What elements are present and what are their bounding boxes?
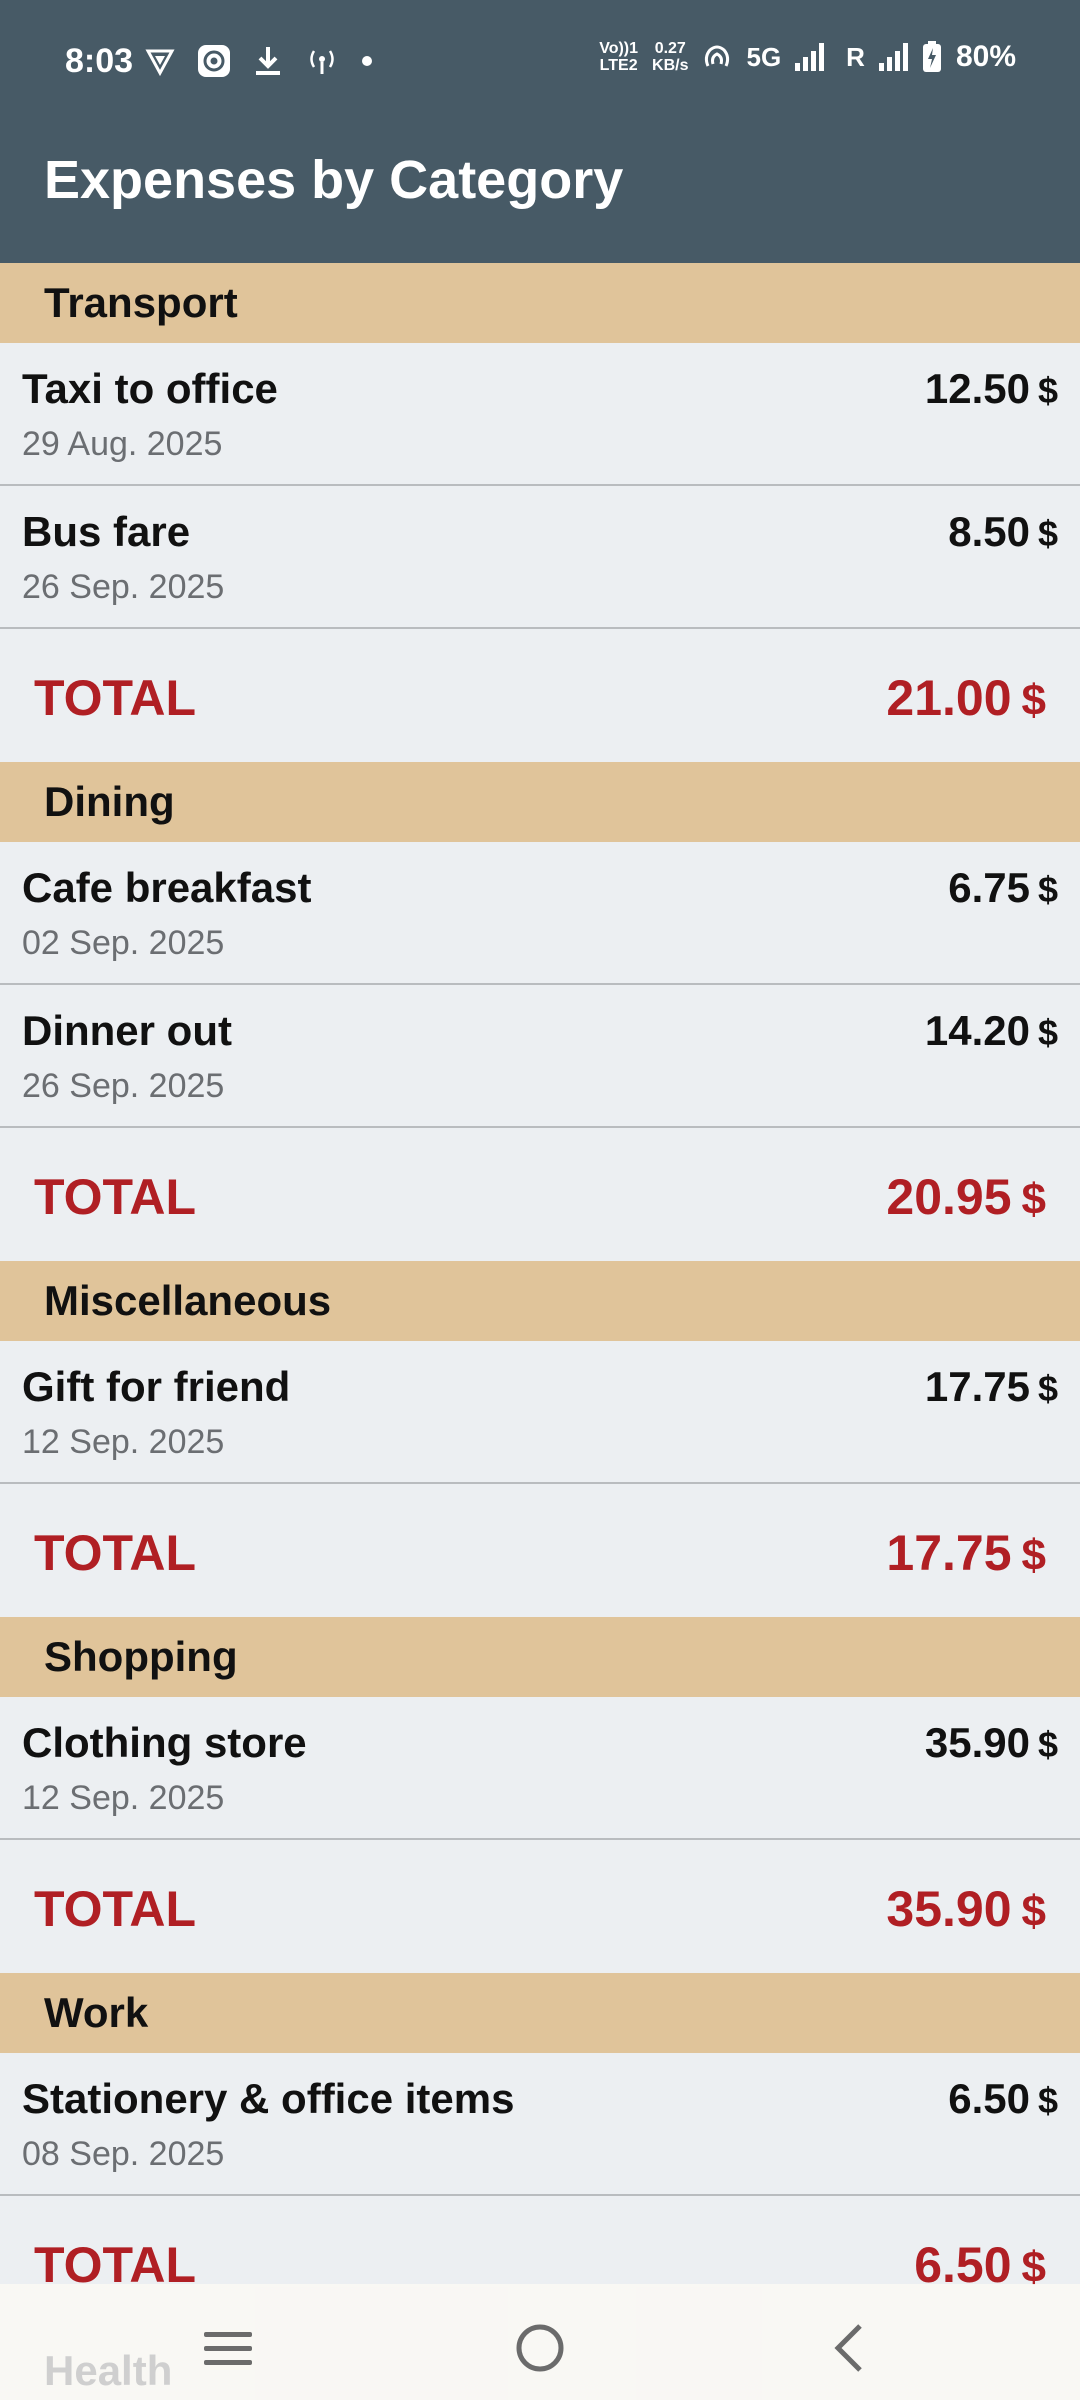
app-bar: Expenses by Category [0, 125, 1080, 263]
total-value: 35.90 $ [886, 1881, 1046, 1937]
expense-date: 12 Sep. 2025 [22, 1779, 225, 1817]
expense-date: 29 Aug. 2025 [22, 425, 223, 463]
category-total-row: TOTAL 21.00 $ [0, 629, 1080, 762]
expense-date: 08 Sep. 2025 [22, 2135, 225, 2173]
category-header-dining: Dining [0, 762, 1080, 842]
category-header-transport: Transport [0, 263, 1080, 343]
expense-amount: 6.75 $ [948, 864, 1058, 911]
expense-item[interactable]: Stationery & office items 08 Sep. 2025 6… [0, 2053, 1080, 2196]
expense-item[interactable]: Gift for friend 12 Sep. 2025 17.75 $ [0, 1341, 1080, 1484]
total-label: TOTAL [34, 1169, 197, 1225]
expense-name: Clothing store [22, 1719, 307, 1766]
more-notifications-dot-icon [362, 56, 372, 66]
expense-amount: 35.90 $ [924, 1719, 1058, 1766]
category-header-partial: Health [44, 2347, 173, 2394]
nfc-wireless-icon [705, 45, 730, 67]
system-status-icons: Vo))1 LTE2 0.27 KB/s 5G R 80% [599, 40, 1016, 74]
expense-amount: 17.75 $ [924, 1363, 1058, 1410]
expense-name: Gift for friend [22, 1363, 291, 1410]
expense-name: Cafe breakfast [22, 864, 312, 911]
expense-item[interactable]: Dinner out 26 Sep. 2025 14.20 $ [0, 985, 1080, 1128]
expense-name: Bus fare [22, 508, 191, 555]
expense-item[interactable]: Clothing store 12 Sep. 2025 35.90 $ [0, 1697, 1080, 1840]
download-icon [256, 47, 280, 75]
home-button[interactable] [510, 2318, 570, 2378]
expense-amount: 6.50 $ [948, 2075, 1058, 2122]
expense-amount: 14.20 $ [924, 1007, 1058, 1054]
total-value: 17.75 $ [886, 1525, 1046, 1581]
category-header-shopping: Shopping [0, 1617, 1080, 1697]
expense-item[interactable]: Cafe breakfast 02 Sep. 2025 6.75 $ [0, 842, 1080, 985]
settings-app-icon [198, 45, 230, 77]
expense-date: 26 Sep. 2025 [22, 1067, 225, 1105]
total-label: TOTAL [34, 670, 197, 726]
battery-charging-icon [922, 41, 941, 72]
expense-item[interactable]: Taxi to office 29 Aug. 2025 12.50 $ [0, 343, 1080, 486]
expense-date: 26 Sep. 2025 [22, 568, 225, 606]
category-header-miscellaneous: Miscellaneous [0, 1261, 1080, 1341]
back-chevron-icon [834, 2324, 862, 2372]
signal-strength-2-icon [878, 43, 908, 71]
expense-name: Taxi to office [22, 365, 278, 412]
total-value: 20.95 $ [886, 1169, 1046, 1225]
expense-name: Dinner out [22, 1007, 232, 1054]
roaming-indicator: R [846, 41, 865, 72]
vpn-shield-icon [145, 49, 175, 76]
home-circle-icon [516, 2324, 564, 2372]
category-header-work: Work [0, 1973, 1080, 2053]
back-button[interactable] [820, 2318, 880, 2378]
category-total-row: TOTAL 35.90 $ [0, 1840, 1080, 1973]
expense-amount: 12.50 $ [924, 365, 1058, 412]
menu-lines-icon [204, 2332, 252, 2365]
expense-date: 02 Sep. 2025 [22, 924, 225, 962]
signal-strength-icon [795, 43, 825, 71]
recent-apps-button[interactable] [198, 2318, 258, 2378]
category-total-row: TOTAL 20.95 $ [0, 1128, 1080, 1261]
network-type-label: 5G [746, 41, 782, 72]
expense-amount: 8.50 $ [948, 508, 1058, 555]
expense-list[interactable]: Transport Taxi to office 29 Aug. 2025 12… [0, 263, 1080, 2329]
status-bar: 8:03 Vo))1 LTE2 0.27 KB/s 5G R 80% [0, 0, 1080, 125]
notification-icons [145, 44, 373, 78]
total-label: TOTAL [34, 1881, 197, 1937]
page-title: Expenses by Category [44, 150, 624, 210]
network-speed: 0.27 KB/s [652, 40, 689, 74]
total-value: 21.00 $ [886, 670, 1046, 726]
volte-indicator: Vo))1 LTE2 [599, 40, 639, 74]
hotspot-icon [310, 50, 334, 74]
expense-item[interactable]: Bus fare 26 Sep. 2025 8.50 $ [0, 486, 1080, 629]
total-label: TOTAL [34, 1525, 197, 1581]
status-time: 8:03 [65, 42, 134, 80]
expense-date: 12 Sep. 2025 [22, 1423, 225, 1461]
battery-level: 80% [955, 40, 1016, 73]
expense-name: Stationery & office items [22, 2075, 515, 2122]
category-total-row: TOTAL 17.75 $ [0, 1484, 1080, 1617]
